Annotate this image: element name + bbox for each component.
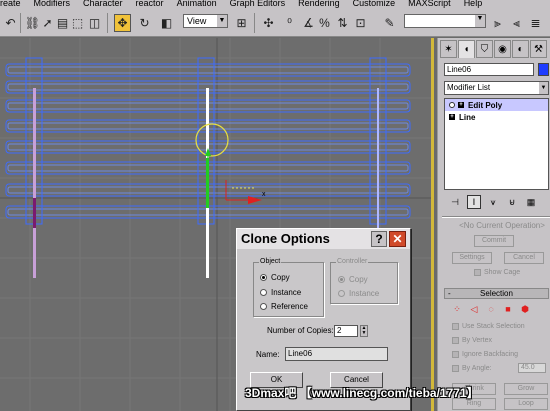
- edge-icon[interactable]: ◁: [469, 304, 479, 314]
- by-vertex-checkbox[interactable]: By Vertex: [452, 337, 492, 344]
- name-label: Name:: [256, 350, 280, 359]
- pivot-icon[interactable]: ⊞: [233, 14, 250, 32]
- expand-plus-icon[interactable]: +: [458, 102, 464, 108]
- modifier-stack: + Edit Poly + Line: [444, 98, 549, 190]
- configure-modifier-sets-icon[interactable]: ▦: [524, 195, 538, 209]
- select-scale-icon[interactable]: ◧: [158, 14, 175, 32]
- object-instance-radio[interactable]: Instance: [260, 288, 301, 297]
- region-type-icon[interactable]: ⬚: [69, 14, 86, 32]
- commit-button[interactable]: Commit: [474, 235, 514, 247]
- menu-reactor[interactable]: reactor: [136, 0, 164, 8]
- menu-character[interactable]: Character: [83, 0, 123, 8]
- command-panel-tabs: ✶ ◖ ⛉ ◉ ◐ ⚒: [440, 40, 550, 58]
- controller-instance-radio[interactable]: Instance: [338, 289, 379, 298]
- angle-snap-icon[interactable]: ∡: [300, 14, 317, 32]
- vertex-icon[interactable]: ⁘: [452, 304, 462, 314]
- stack-item-edit-poly[interactable]: + Edit Poly: [445, 99, 548, 111]
- ignore-backfacing-checkbox[interactable]: Ignore Backfacing: [452, 351, 518, 358]
- close-button[interactable]: ✕: [389, 231, 406, 247]
- hierarchy-tab-icon[interactable]: ⛉: [476, 40, 493, 58]
- stack-item-line[interactable]: + Line: [445, 111, 548, 123]
- number-of-copies-field[interactable]: 2: [334, 325, 358, 337]
- polygon-icon[interactable]: ■: [503, 304, 513, 314]
- select-rotate-icon[interactable]: ↻: [136, 14, 153, 32]
- select-manipulate-icon[interactable]: ✣: [260, 14, 277, 32]
- layer-manager-icon[interactable]: ≣: [527, 14, 544, 32]
- object-name-field[interactable]: Line06: [444, 63, 534, 76]
- use-stack-selection-checkbox[interactable]: Use Stack Selection: [452, 323, 525, 330]
- element-icon[interactable]: ⬢: [520, 304, 530, 314]
- main-toolbar: ↶ ⛓ ➚ ▤ ⬚ ◫ ✥ ↻ ◧ View ▼ ⊞ ✣ ⁰ ∡ % ⇅ ⊡ ✎ …: [0, 9, 550, 37]
- menu-create[interactable]: reate: [0, 0, 21, 8]
- menu-rendering[interactable]: Rendering: [298, 0, 340, 8]
- motion-tab-icon[interactable]: ◉: [494, 40, 511, 58]
- subobject-level-icons: ⁘ ◁ ◌ ■ ⬢: [452, 304, 530, 315]
- menu-modifiers[interactable]: Modifiers: [34, 0, 71, 8]
- show-end-result-icon[interactable]: Ⅰ: [467, 195, 481, 209]
- loop-button[interactable]: Loop: [504, 398, 548, 410]
- divider: [442, 216, 550, 218]
- current-operation-label: <No Current Operation>: [459, 221, 545, 230]
- undo-icon[interactable]: ↶: [2, 14, 19, 32]
- dialog-title-bar[interactable]: Clone Options ? ✕: [237, 229, 410, 249]
- named-selection-dropdown[interactable]: ▼: [404, 14, 486, 28]
- dialog-title: Clone Options: [241, 231, 330, 246]
- controller-copy-radio[interactable]: Copy: [338, 275, 368, 284]
- copies-spinner-icon[interactable]: ▲ ▼: [360, 325, 368, 337]
- grow-button[interactable]: Grow: [504, 383, 548, 395]
- modify-tab-icon[interactable]: ◖: [458, 40, 475, 58]
- snap-toggle-icon[interactable]: ⁰: [281, 14, 298, 32]
- object-reference-radio[interactable]: Reference: [260, 302, 308, 311]
- angle-spinner[interactable]: 45.0: [518, 363, 546, 373]
- svg-text:x: x: [262, 191, 266, 198]
- utilities-tab-icon[interactable]: ⚒: [530, 40, 547, 58]
- display-tab-icon[interactable]: ◐: [512, 40, 529, 58]
- menu-customize[interactable]: Customize: [353, 0, 396, 8]
- pin-stack-icon[interactable]: ⊣: [448, 195, 462, 209]
- stack-buttons: ⊣ Ⅰ ⩛ ⊌ ▦: [448, 193, 548, 211]
- make-unique-icon[interactable]: ⩛: [486, 195, 500, 209]
- object-color-swatch[interactable]: [538, 63, 549, 76]
- lightbulb-icon[interactable]: [449, 102, 455, 108]
- command-panel: ✶ ◖ ⛉ ◉ ◐ ⚒ Line06 Modifier List ▼ + Edit…: [437, 38, 550, 411]
- window-crossing-icon[interactable]: ◫: [86, 14, 103, 32]
- menu-help[interactable]: Help: [464, 0, 483, 8]
- spinner-snap-icon[interactable]: ⇅: [334, 14, 351, 32]
- create-tab-icon[interactable]: ✶: [440, 40, 457, 58]
- remove-modifier-icon[interactable]: ⊌: [505, 195, 519, 209]
- mirror-icon[interactable]: ⫸: [489, 14, 506, 32]
- expand-plus-icon[interactable]: +: [449, 114, 455, 120]
- cancel-op-button[interactable]: Cancel: [504, 252, 544, 264]
- menu-animation[interactable]: Animation: [177, 0, 217, 8]
- by-angle-checkbox[interactable]: By Angle:: [452, 365, 492, 372]
- abc-edit-icon[interactable]: ✎: [381, 14, 398, 32]
- selection-rollout-header[interactable]: - Selection: [444, 288, 549, 299]
- menu-bar: reate Modifiers Character reactor Animat…: [0, 0, 550, 9]
- align-icon[interactable]: ⫷: [508, 14, 525, 32]
- object-copy-radio[interactable]: Copy: [260, 273, 290, 282]
- help-button[interactable]: ?: [371, 231, 387, 247]
- show-cage-checkbox[interactable]: Show Cage: [474, 269, 520, 276]
- copies-label: Number of Copies:: [267, 326, 334, 335]
- modifier-list-dropdown[interactable]: Modifier List ▼: [444, 81, 549, 95]
- clone-name-field[interactable]: Line06: [285, 347, 388, 361]
- watermark-text: 3Dmax吧 【www.linecg.com/tieba/1771】: [245, 386, 479, 400]
- reference-coord-dropdown[interactable]: View ▼: [183, 14, 228, 28]
- border-icon[interactable]: ◌: [486, 304, 496, 314]
- select-move-icon[interactable]: ✥: [114, 14, 131, 32]
- settings-button[interactable]: Settings: [452, 252, 492, 264]
- menu-graph-editors[interactable]: Graph Editors: [230, 0, 286, 8]
- menu-maxscript[interactable]: MAXScript: [408, 0, 451, 8]
- named-selection-icon[interactable]: ⊡: [352, 14, 369, 32]
- percent-snap-icon[interactable]: %: [316, 14, 333, 32]
